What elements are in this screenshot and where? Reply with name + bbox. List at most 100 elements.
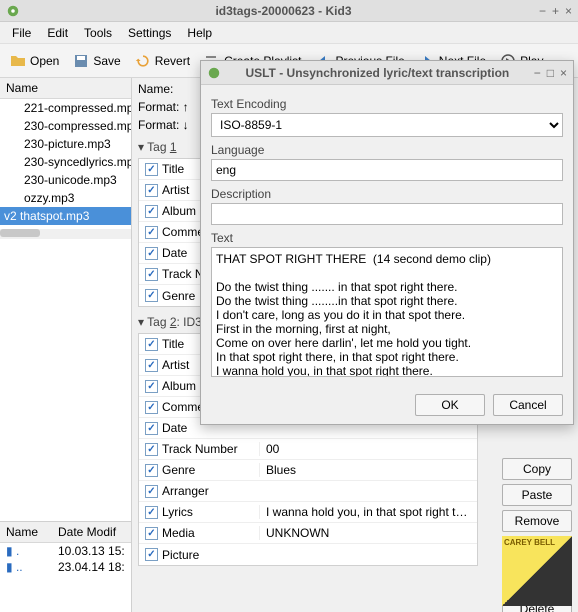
checkbox-icon[interactable]: ✓	[145, 527, 158, 540]
maximize-icon[interactable]: +	[552, 4, 559, 18]
file-item[interactable]: 230-picture.mp3	[0, 135, 131, 153]
field-label: Album	[162, 379, 196, 393]
save-icon	[73, 53, 89, 69]
field-label: Date	[162, 246, 187, 260]
dir-list: Name Date Modif ▮ .10.03.13 15:▮ ..23.04…	[0, 522, 131, 612]
checkbox-icon[interactable]: ✓	[145, 401, 158, 414]
text-label: Text	[211, 231, 563, 245]
checkbox-icon[interactable]: ✓	[145, 380, 158, 393]
text-encoding-label: Text Encoding	[211, 97, 563, 111]
close-icon[interactable]: ×	[565, 4, 572, 18]
tag-row[interactable]: ✓ Media UNKNOWN	[139, 523, 477, 544]
menu-settings[interactable]: Settings	[120, 24, 179, 42]
dirlist-header-name[interactable]: Name	[0, 522, 52, 542]
dir-row[interactable]: ▮ .10.03.13 15:	[0, 543, 131, 559]
uslt-dialog: USLT - Unsynchronized lyric/text transcr…	[200, 60, 574, 425]
file-item[interactable]: 230-unicode.mp3	[0, 171, 131, 189]
name-label: Name:	[138, 82, 173, 96]
remove-button[interactable]: Remove	[502, 510, 572, 532]
field-label: Track N	[162, 267, 204, 281]
checkbox-icon[interactable]: ✓	[145, 289, 158, 302]
field-value[interactable]: Blues	[259, 463, 477, 477]
language-input[interactable]	[211, 159, 563, 181]
tag-row[interactable]: ✓ Picture	[139, 544, 477, 565]
menu-file[interactable]: File	[4, 24, 39, 42]
field-label: Date	[162, 421, 187, 435]
folder-icon	[10, 53, 26, 69]
field-label: Lyrics	[162, 505, 193, 519]
checkbox-icon[interactable]: ✓	[145, 226, 158, 239]
checkbox-icon[interactable]: ✓	[145, 359, 158, 372]
field-label: Title	[162, 162, 184, 176]
field-label: Title	[162, 337, 184, 351]
text-textarea[interactable]	[211, 247, 563, 377]
dialog-title: USLT - Unsynchronized lyric/text transcr…	[221, 66, 534, 80]
file-list: Name 221-compressed.mp230-compressed.mp2…	[0, 78, 131, 522]
revert-button[interactable]: Revert	[129, 50, 196, 72]
field-label: Comme	[162, 225, 204, 239]
checkbox-icon[interactable]: ✓	[145, 422, 158, 435]
tag-row[interactable]: ✓ Track Number 00	[139, 439, 477, 460]
format-up-label: Format: ↑	[138, 100, 189, 114]
dialog-minimize-icon[interactable]: −	[534, 66, 541, 80]
menubar: File Edit Tools Settings Help	[0, 22, 578, 44]
checkbox-icon[interactable]: ✓	[145, 464, 158, 477]
file-item[interactable]: ozzy.mp3	[0, 189, 131, 207]
file-item[interactable]: 230-compressed.mp	[0, 117, 131, 135]
checkbox-icon[interactable]: ✓	[145, 184, 158, 197]
field-label: Arranger	[162, 484, 209, 498]
file-item[interactable]: 221-compressed.mp	[0, 99, 131, 117]
checkbox-icon[interactable]: ✓	[145, 163, 158, 176]
tag-row[interactable]: ✓ Lyrics I wanna hold you, in that spot ri…	[139, 502, 477, 523]
dialog-icon	[207, 66, 221, 80]
checkbox-icon[interactable]: ✓	[145, 443, 158, 456]
checkbox-icon[interactable]: ✓	[145, 506, 158, 519]
field-label: Album	[162, 204, 196, 218]
revert-icon	[135, 53, 151, 69]
open-button[interactable]: Open	[4, 50, 65, 72]
checkbox-icon[interactable]: ✓	[145, 338, 158, 351]
tag-row[interactable]: ✓GenreBlues	[139, 460, 477, 481]
dirlist-header-date[interactable]: Date Modif	[52, 522, 122, 542]
checkbox-icon[interactable]: ✓	[145, 268, 158, 281]
file-hscrollbar[interactable]	[0, 229, 131, 239]
main-titlebar: id3tags-20000623 - Kid3 − + ×	[0, 0, 578, 22]
file-item[interactable]: 230-syncedlyrics.mp	[0, 153, 131, 171]
menu-tools[interactable]: Tools	[76, 24, 120, 42]
menu-help[interactable]: Help	[179, 24, 220, 42]
language-label: Language	[211, 143, 563, 157]
field-value[interactable]: UNKNOWN	[259, 526, 477, 540]
field-label: Artist	[162, 358, 189, 372]
description-input[interactable]	[211, 203, 563, 225]
field-label: Media	[162, 526, 195, 540]
field-value[interactable]: I wanna hold you, in that spot right th……	[259, 505, 477, 519]
left-pane: Name 221-compressed.mp230-compressed.mp2…	[0, 78, 132, 612]
dir-row[interactable]: ▮ ..23.04.14 18:	[0, 559, 131, 575]
cancel-button[interactable]: Cancel	[493, 394, 563, 416]
checkbox-icon[interactable]: ✓	[145, 247, 158, 260]
save-button[interactable]: Save	[67, 50, 126, 72]
album-art[interactable]: CAREY BELL	[502, 536, 572, 606]
text-encoding-select[interactable]: ISO-8859-1	[211, 113, 563, 137]
menu-edit[interactable]: Edit	[39, 24, 76, 42]
checkbox-icon[interactable]: ✓	[145, 205, 158, 218]
field-value[interactable]: 00	[259, 442, 477, 456]
app-icon	[6, 4, 20, 18]
field-label: Picture	[162, 548, 199, 562]
field-label: Track Number	[162, 442, 238, 456]
dialog-close-icon[interactable]: ×	[560, 66, 567, 80]
dialog-maximize-icon[interactable]: □	[547, 66, 554, 80]
filelist-header[interactable]: Name	[0, 78, 131, 99]
field-label: Artist	[162, 183, 189, 197]
file-item[interactable]: v2 thatspot.mp3	[0, 207, 131, 225]
minimize-icon[interactable]: −	[539, 4, 546, 18]
checkbox-icon[interactable]: ✓	[145, 485, 158, 498]
ok-button[interactable]: OK	[415, 394, 485, 416]
format-down-label: Format: ↓	[138, 118, 189, 132]
description-label: Description	[211, 187, 563, 201]
copy-button[interactable]: Copy	[502, 458, 572, 480]
checkbox-icon[interactable]: ✓	[145, 548, 158, 561]
paste-button[interactable]: Paste	[502, 484, 572, 506]
tag-row[interactable]: ✓ Arranger	[139, 481, 477, 502]
field-label: Genre	[162, 289, 195, 303]
